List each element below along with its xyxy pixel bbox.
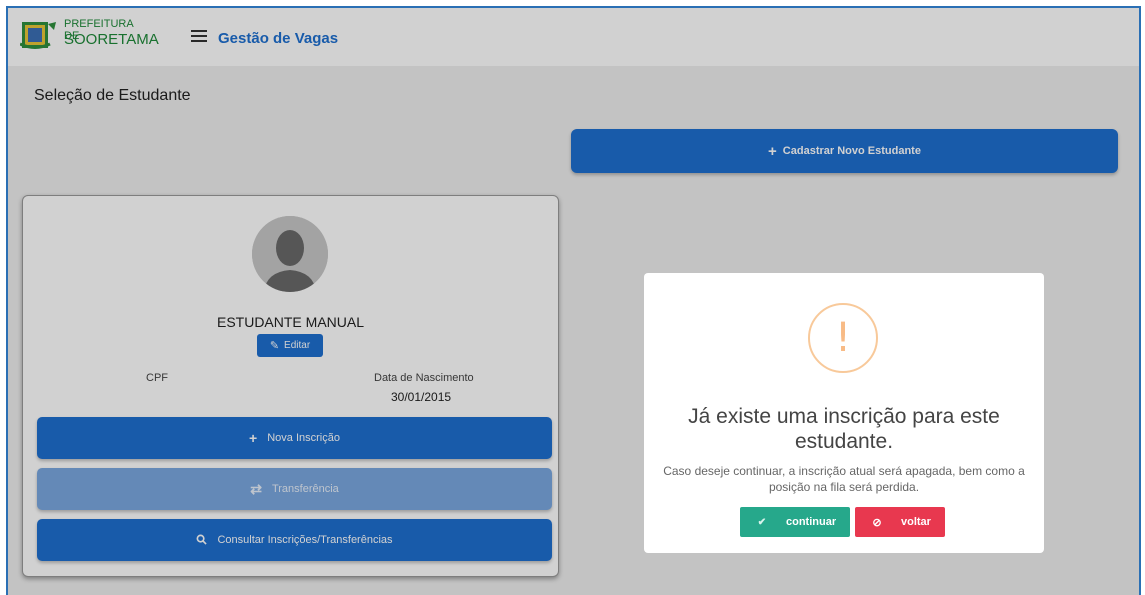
app-window: PREFEITURA DE SOORETAMA Gestão de Vagas …	[6, 6, 1141, 595]
back-label: voltar	[901, 516, 931, 528]
back-button[interactable]: ⊘ voltar	[855, 507, 945, 537]
cancel-icon: ⊘	[872, 516, 882, 529]
dialog-title: Já existe uma inscrição para este estuda…	[688, 405, 1000, 453]
continue-button[interactable]: ✔ continuar	[740, 507, 850, 537]
warning-icon: !	[808, 303, 878, 373]
warning-dialog: ! Já existe uma inscrição para este estu…	[644, 273, 1044, 553]
check-icon: ✔	[757, 516, 767, 528]
dialog-message: Caso deseje continuar, a inscrição atual…	[663, 464, 1025, 494]
continue-label: continuar	[786, 516, 837, 528]
